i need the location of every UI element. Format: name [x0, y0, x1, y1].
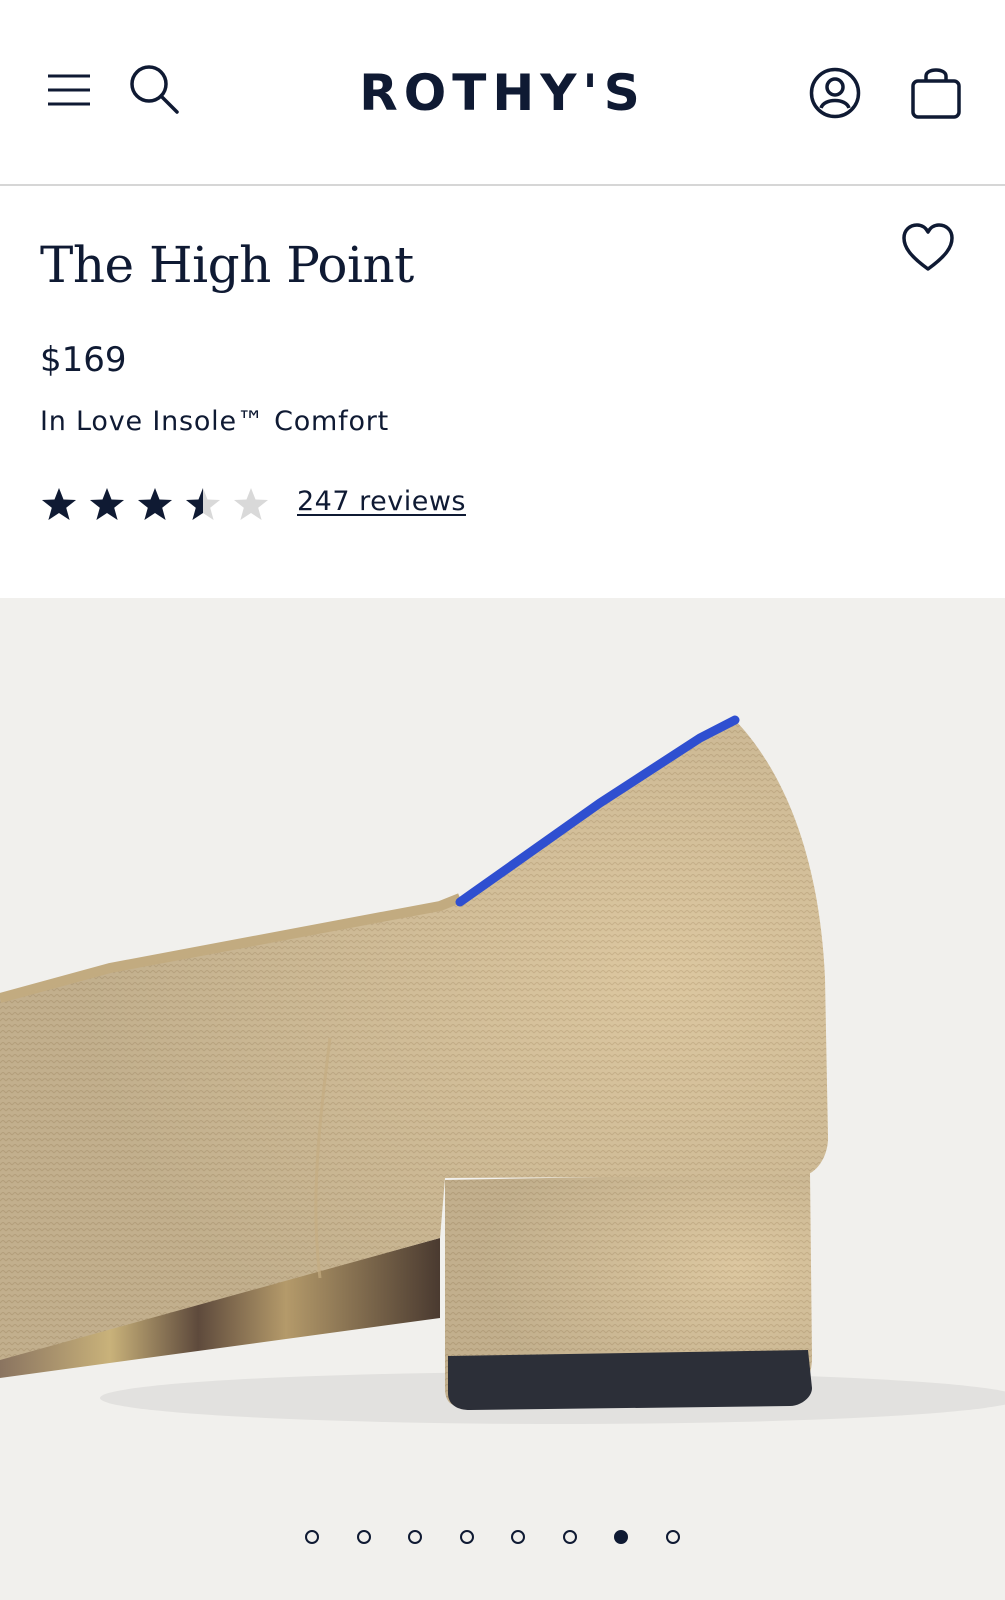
star-icon	[42, 488, 76, 520]
product-feature: In Love Insole™ Comfort	[40, 406, 390, 437]
search-icon[interactable]	[128, 63, 180, 115]
product-price: $169	[40, 340, 127, 380]
gallery-dot[interactable]	[614, 1530, 628, 1544]
menu-icon[interactable]	[46, 70, 92, 110]
product-image	[0, 715, 1005, 1424]
gallery-dot[interactable]	[562, 1530, 577, 1544]
gallery-dot[interactable]	[356, 1530, 371, 1544]
star-rating	[40, 486, 290, 526]
shopping-bag-icon[interactable]	[910, 64, 962, 120]
site-header: ROTHY'S	[0, 0, 1005, 186]
site-logo[interactable]: ROTHY'S	[300, 63, 705, 123]
reviews-link[interactable]: 247 reviews	[297, 486, 466, 517]
gallery-dot[interactable]	[511, 1530, 525, 1544]
star-icon	[90, 488, 124, 520]
gallery-dot[interactable]	[408, 1530, 422, 1544]
product-title: The High Point	[40, 236, 414, 294]
star-icon	[234, 488, 268, 520]
account-icon[interactable]	[808, 66, 862, 120]
gallery-dot[interactable]	[459, 1530, 474, 1544]
gallery-dot[interactable]	[665, 1530, 680, 1544]
star-icon	[186, 488, 220, 520]
product-info: The High Point $169 In Love Insole™ Comf…	[0, 188, 1005, 598]
heart-icon[interactable]	[900, 222, 956, 274]
gallery-pagination	[0, 1530, 1005, 1554]
star-icon	[138, 488, 172, 520]
gallery-dot[interactable]	[305, 1530, 319, 1544]
product-image-gallery[interactable]	[0, 598, 1005, 1600]
